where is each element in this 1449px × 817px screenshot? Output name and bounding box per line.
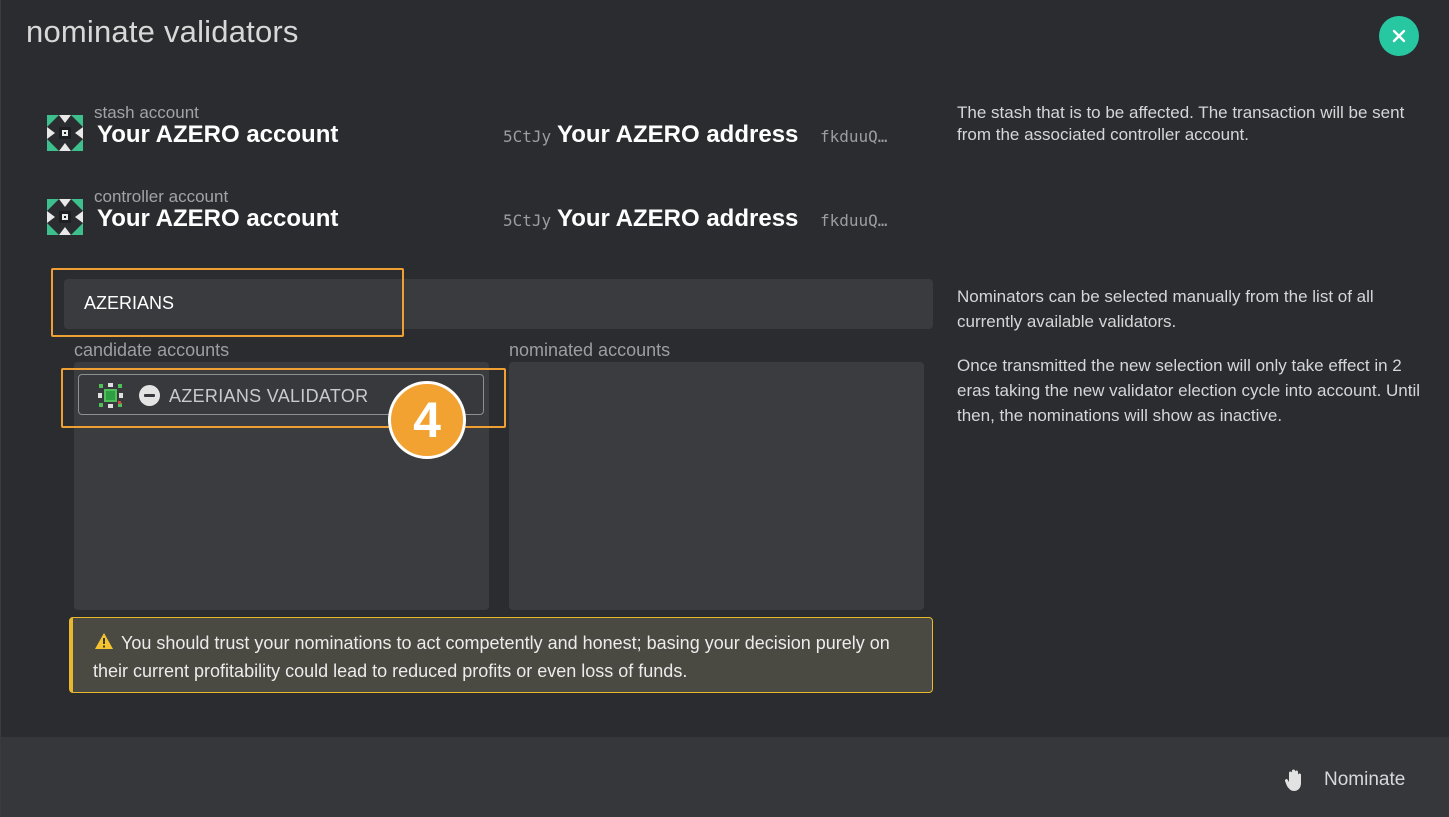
controller-account-row[interactable]: controller account Your AZERO account 5C… [47,187,907,243]
controller-address-suffix: fkduuQ… [820,211,888,230]
nominators-help-text-1: Nominators can be selected manually from… [957,287,1374,331]
close-button[interactable] [1379,16,1419,56]
nominate-modal: nominate validators stash account Your A… [0,0,1449,817]
candidate-name: AZERIANS VALIDATOR [169,386,369,406]
stash-account-row[interactable]: stash account Your AZERO account 5CtJy Y… [47,103,907,159]
validator-identicon [98,383,123,408]
nominators-help-text-2: Once transmitted the new selection will … [957,356,1421,425]
remove-candidate-icon[interactable] [139,385,160,406]
stash-address: Your AZERO address [557,121,799,148]
stash-address-suffix: fkduuQ… [820,127,888,146]
stash-help-text: The stash that is to be affected. The tr… [957,103,1405,144]
nominated-accounts-list [509,362,924,610]
controller-address-prefix: 5CtJy [503,211,551,230]
controller-address: Your AZERO address [557,205,799,232]
warning-text: You should trust your nominations to act… [93,633,890,681]
filter-bar[interactable] [64,279,933,329]
filter-input[interactable] [84,293,384,314]
step-badge: 4 [388,381,466,459]
stash-identicon [47,115,83,151]
warning-box: You should trust your nominations to act… [69,617,933,693]
modal-title: nominate validators [26,14,299,49]
modal-footer: Nominate [1,737,1449,817]
nominate-button-label: Nominate [1324,769,1406,790]
stash-address-prefix: 5CtJy [503,127,551,146]
nominated-accounts-label: nominated accounts [509,340,671,360]
stash-account-label: stash account [94,103,199,122]
close-icon [1392,29,1406,43]
candidate-accounts-label: candidate accounts [74,340,230,360]
controller-account-name: Your AZERO account [97,205,339,232]
hand-icon [1284,769,1301,791]
nominate-button[interactable]: Nominate [1284,767,1405,793]
controller-account-label: controller account [94,187,229,206]
controller-identicon [47,199,83,235]
stash-account-name: Your AZERO account [97,121,339,148]
